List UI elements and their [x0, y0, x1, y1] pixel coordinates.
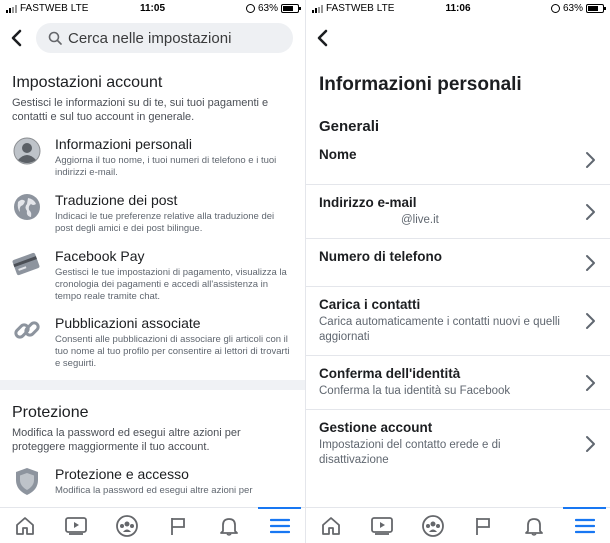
home-icon: [322, 516, 341, 535]
settings-item-description: Consenti alle pubblicazioni di associare…: [55, 334, 290, 369]
row-account-management[interactable]: Gestione account Impostazioni del contat…: [306, 410, 610, 478]
settings-item-post-translation[interactable]: Traduzione dei post Indicaci le tue pref…: [12, 192, 293, 236]
row-description: Conferma la tua identità su Facebook: [319, 385, 511, 397]
tab-groups[interactable]: [407, 508, 458, 543]
notifications-bell-icon: [525, 517, 543, 536]
battery-percent: 63%: [562, 3, 583, 14]
settings-item-label: Pubblicazioni associate: [55, 315, 201, 331]
home-icon: [16, 516, 35, 535]
settings-item-personal-info[interactable]: Informazioni personali Aggiorna il tuo n…: [12, 136, 293, 180]
row-label: Gestione account: [319, 420, 433, 435]
watch-icon: [65, 516, 88, 535]
row-email[interactable]: Indirizzo e-mail @live.it: [306, 185, 610, 239]
settings-screen: FASTWEB LTE 11:05 63% Impostazioni accou…: [0, 0, 305, 543]
row-value: @live.it: [401, 214, 439, 226]
settings-item-linked-publications[interactable]: Pubblicazioni associate Consenti alle pu…: [12, 315, 293, 370]
back-button[interactable]: [6, 27, 26, 49]
row-label: Nome: [319, 147, 357, 162]
tab-notifications[interactable]: [509, 508, 560, 543]
menu-icon: [269, 518, 290, 533]
link-icon: [14, 321, 40, 339]
notifications-bell-icon: [219, 517, 238, 536]
tab-pages[interactable]: [458, 508, 509, 543]
settings-item-description: Indicaci le tue preferenze relative alla…: [55, 211, 275, 234]
personal-info-header: [306, 18, 610, 60]
settings-item-facebook-pay[interactable]: Facebook Pay Gestisci le tue impostazion…: [12, 248, 293, 303]
row-label: Carica i contatti: [319, 297, 421, 312]
status-bar: FASTWEB LTE 11:05 63%: [0, 0, 305, 18]
tab-watch[interactable]: [51, 508, 102, 543]
tab-watch[interactable]: [357, 508, 408, 543]
settings-item-label: Traduzione dei post: [55, 192, 178, 208]
chevron-right-icon: [586, 254, 595, 271]
group-title: Generali: [319, 118, 380, 135]
search-icon: [48, 31, 62, 45]
tab-notifications[interactable]: [203, 508, 254, 543]
search-bar[interactable]: [36, 23, 293, 53]
status-bar: FASTWEB LTE 11:06 63%: [306, 0, 610, 18]
security-section: Protezione Modifica la password ed esegu…: [0, 404, 305, 507]
row-phone[interactable]: Numero di telefono: [306, 239, 610, 287]
bottom-tab-bar: [306, 507, 610, 543]
settings-item-security-login[interactable]: Protezione e accesso Modifica la passwor…: [12, 466, 293, 507]
row-label: Numero di telefono: [319, 249, 443, 264]
bottom-tab-bar: [0, 507, 305, 543]
row-label: Indirizzo e-mail: [319, 195, 417, 210]
tab-pages[interactable]: [152, 508, 203, 543]
globe-icon: [14, 194, 40, 220]
section-title: Protezione: [12, 404, 89, 421]
chevron-right-icon: [586, 151, 595, 168]
chevron-right-icon: [586, 374, 595, 391]
account-settings-section: Impostazioni account Gestisci le informa…: [0, 74, 305, 370]
settings-list[interactable]: Impostazioni account Gestisci le informa…: [0, 60, 305, 507]
groups-icon: [116, 514, 138, 537]
row-upload-contacts[interactable]: Carica i contatti Carica automaticamente…: [306, 287, 610, 356]
tab-groups[interactable]: [102, 508, 153, 543]
battery-icon: [586, 4, 606, 13]
pages-flag-icon: [476, 517, 491, 535]
section-description: Gestisci le informazioni su di te, sui t…: [12, 97, 269, 123]
personal-info-screen: FASTWEB LTE 11:06 63% Informazioni perso…: [305, 0, 610, 543]
row-label: Conferma dell'identità: [319, 366, 461, 381]
page-title: Informazioni personali: [319, 74, 522, 95]
tab-home[interactable]: [306, 508, 357, 543]
battery-icon: [281, 4, 301, 13]
tab-home[interactable]: [0, 508, 51, 543]
row-identity-confirmation[interactable]: Conferma dell'identità Conferma la tua i…: [306, 356, 610, 410]
settings-item-label: Protezione e accesso: [55, 466, 189, 482]
pages-flag-icon: [170, 517, 185, 535]
row-description: Carica automaticamente i contatti nuovi …: [319, 316, 560, 343]
battery-percent: 63%: [257, 3, 278, 14]
settings-item-label: Informazioni personali: [55, 136, 192, 152]
groups-icon: [421, 514, 444, 537]
tab-menu[interactable]: [254, 507, 305, 543]
row-description: Impostazioni del contatto erede e di dis…: [319, 439, 501, 466]
section-description: Modifica la password ed esegui altre azi…: [12, 427, 241, 453]
credit-card-icon: [12, 252, 40, 276]
chevron-left-icon: [11, 29, 21, 47]
menu-icon: [574, 518, 595, 533]
search-input[interactable]: [68, 29, 278, 47]
section-title: Impostazioni account: [12, 74, 163, 91]
alarm-icon: [550, 4, 560, 13]
settings-item-label: Facebook Pay: [55, 248, 145, 264]
settings-item-description: Modifica la password ed esegui altre azi…: [55, 485, 253, 496]
personal-info-list[interactable]: Informazioni personali Generali Nome Ind…: [306, 60, 610, 507]
chevron-right-icon: [586, 313, 595, 329]
chevron-right-icon: [586, 203, 595, 220]
tab-menu[interactable]: [559, 507, 610, 543]
chevron-right-icon: [586, 436, 595, 452]
alarm-icon: [245, 4, 255, 13]
settings-header: [0, 18, 305, 60]
settings-item-description: Gestisci le tue impostazioni di pagament…: [55, 267, 287, 302]
chevron-left-icon: [317, 29, 327, 47]
settings-item-description: Aggiorna il tuo nome, i tuoi numeri di t…: [55, 155, 277, 178]
row-name[interactable]: Nome: [306, 135, 610, 185]
section-divider: [0, 380, 305, 390]
watch-icon: [371, 516, 393, 535]
shield-icon: [16, 468, 38, 495]
person-icon: [13, 137, 41, 165]
back-button[interactable]: [312, 27, 332, 49]
